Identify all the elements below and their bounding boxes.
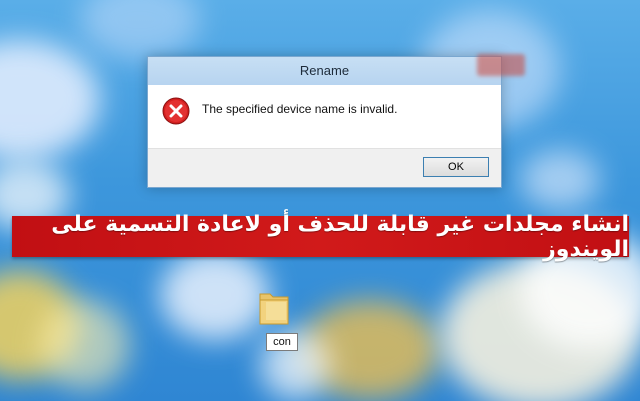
folder-name-label[interactable]: con — [266, 333, 298, 351]
error-icon — [162, 97, 190, 125]
close-button[interactable] — [477, 54, 525, 76]
dialog-title: Rename — [148, 57, 501, 85]
title-banner: انشاء مجلدات غير قابلة للحذف أو لاعادة ا… — [12, 211, 629, 262]
dialog-footer: OK — [148, 148, 501, 187]
rename-dialog: Rename The specified device name is inva… — [147, 54, 525, 188]
error-message: The specified device name is invalid. — [202, 102, 398, 116]
ok-button[interactable]: OK — [423, 157, 489, 177]
folder-icon[interactable] — [256, 286, 292, 328]
banner-text: انشاء مجلدات غير قابلة للحذف أو لاعادة ا… — [51, 211, 629, 262]
